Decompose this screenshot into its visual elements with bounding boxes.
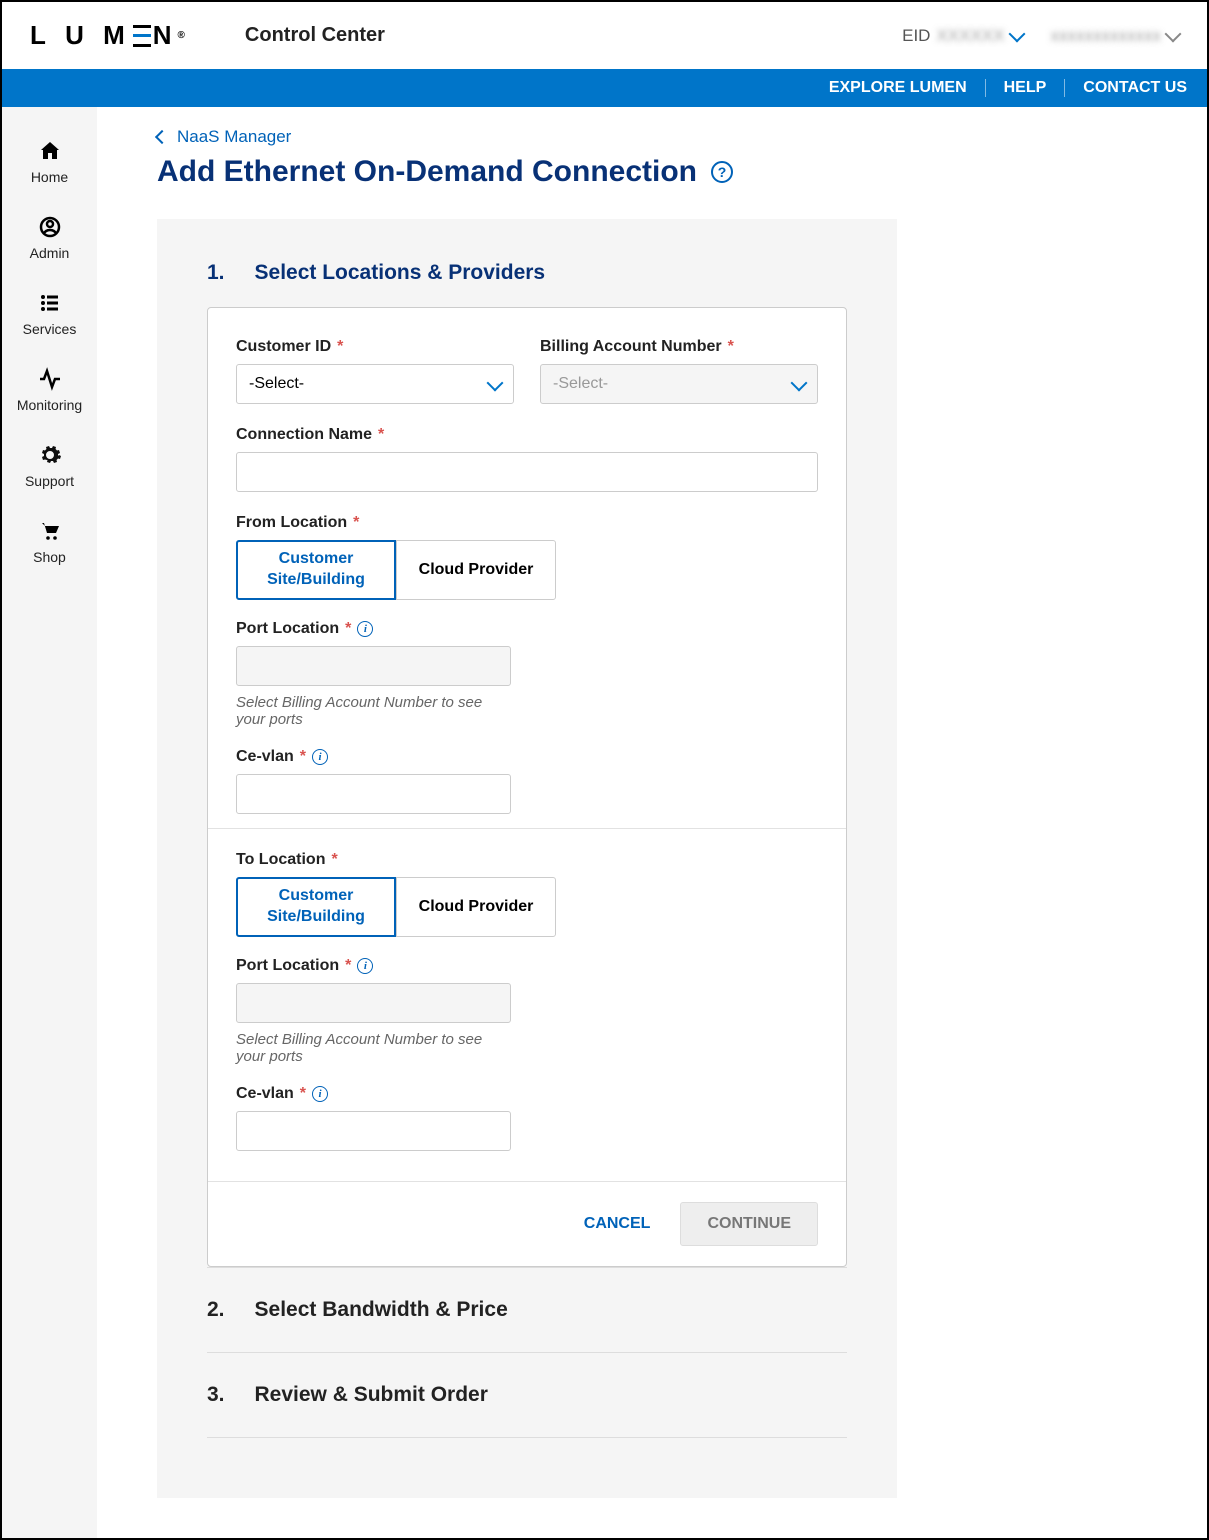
sidebar-item-home[interactable]: Home <box>2 127 97 203</box>
topbar: L U MN® Control Center EID XXXXXX xxxxxx… <box>2 2 1207 69</box>
step-1-form: Customer ID* -Select- Billing Account Nu… <box>207 307 847 1267</box>
sidebar-item-label: Shop <box>33 549 66 565</box>
sidebar: Home Admin Services Monitoring Support S… <box>2 107 97 1538</box>
user-icon <box>38 215 62 239</box>
chevron-down-icon <box>1008 26 1025 43</box>
step-number: 3. <box>207 1383 225 1407</box>
cancel-button[interactable]: CANCEL <box>584 1215 651 1233</box>
home-icon <box>38 139 62 163</box>
list-icon <box>38 291 62 315</box>
continue-button[interactable]: CONTINUE <box>680 1202 818 1246</box>
from-cevlan-label: Ce-vlan* i <box>236 748 818 766</box>
main-content: NaaS Manager Add Ethernet On-Demand Conn… <box>97 107 1207 1538</box>
from-customer-site-button[interactable]: Customer Site/Building <box>236 540 396 600</box>
connection-name-label: Connection Name* <box>236 426 818 444</box>
sidebar-item-label: Support <box>25 473 74 489</box>
from-location-toggle: Customer Site/Building Cloud Provider <box>236 540 818 600</box>
sidebar-item-monitoring[interactable]: Monitoring <box>2 355 97 431</box>
wizard-panel: 1. Select Locations & Providers Customer… <box>157 219 897 1498</box>
gear-icon <box>38 443 62 467</box>
step-2-header[interactable]: 2. Select Bandwidth & Price <box>207 1267 847 1352</box>
sidebar-item-shop[interactable]: Shop <box>2 507 97 583</box>
breadcrumb-parent: NaaS Manager <box>177 127 291 147</box>
to-port-hint: Select Billing Account Number to see you… <box>236 1031 496 1065</box>
to-location-label: To Location* <box>236 851 818 869</box>
to-location-toggle: Customer Site/Building Cloud Provider <box>236 877 818 937</box>
chevron-down-icon <box>791 374 808 391</box>
to-cevlan-label: Ce-vlan* i <box>236 1085 818 1103</box>
info-icon[interactable]: i <box>357 621 373 637</box>
connection-name-input[interactable] <box>236 452 818 492</box>
to-port-location-label: Port Location* i <box>236 957 818 975</box>
chevron-down-icon <box>1165 26 1182 43</box>
info-icon[interactable]: i <box>312 749 328 765</box>
eid-label: EID <box>902 26 930 46</box>
eid-value: XXXXXX <box>936 26 1004 46</box>
chevron-down-icon <box>487 374 504 391</box>
sidebar-item-admin[interactable]: Admin <box>2 203 97 279</box>
from-port-location-label: Port Location* i <box>236 620 818 638</box>
from-port-location-select[interactable] <box>236 646 511 686</box>
customer-id-select[interactable]: -Select- <box>236 364 514 404</box>
from-port-hint: Select Billing Account Number to see you… <box>236 694 496 728</box>
eid-selector[interactable]: EID XXXXXX <box>902 26 1022 46</box>
sidebar-item-label: Admin <box>30 245 70 261</box>
info-icon[interactable]: i <box>312 1086 328 1102</box>
breadcrumb[interactable]: NaaS Manager <box>157 127 1167 147</box>
activity-icon <box>38 367 62 391</box>
step-title: Select Locations & Providers <box>255 261 546 285</box>
contact-us-link[interactable]: CONTACT US <box>1065 79 1187 97</box>
step-title: Select Bandwidth & Price <box>255 1298 508 1322</box>
chevron-left-icon <box>155 130 169 144</box>
account-selector[interactable]: xxxxxxxxxxxxx <box>1051 26 1180 46</box>
from-location-label: From Location* <box>236 514 818 532</box>
sidebar-item-label: Home <box>31 169 68 185</box>
help-link[interactable]: HELP <box>986 79 1066 97</box>
account-value: xxxxxxxxxxxxx <box>1051 26 1162 46</box>
step-title: Review & Submit Order <box>255 1383 488 1407</box>
help-icon[interactable]: ? <box>711 161 733 183</box>
explore-lumen-link[interactable]: EXPLORE LUMEN <box>811 79 986 97</box>
to-cloud-provider-button[interactable]: Cloud Provider <box>396 877 556 937</box>
to-port-location-select[interactable] <box>236 983 511 1023</box>
utility-bar: EXPLORE LUMEN HELP CONTACT US <box>2 69 1207 107</box>
from-cevlan-input[interactable] <box>236 774 511 814</box>
step-number: 1. <box>207 261 225 285</box>
app-title: Control Center <box>245 24 385 47</box>
from-cloud-provider-button[interactable]: Cloud Provider <box>396 540 556 600</box>
brand-logo: L U MN® <box>30 20 185 51</box>
info-icon[interactable]: i <box>357 958 373 974</box>
sidebar-item-services[interactable]: Services <box>2 279 97 355</box>
page-title: Add Ethernet On-Demand Connection ? <box>157 155 1167 189</box>
step-1-header: 1. Select Locations & Providers <box>207 261 847 285</box>
step-number: 2. <box>207 1298 225 1322</box>
form-footer: CANCEL CONTINUE <box>208 1181 846 1266</box>
to-cevlan-input[interactable] <box>236 1111 511 1151</box>
customer-id-label: Customer ID* <box>236 338 514 356</box>
billing-account-label: Billing Account Number* <box>540 338 818 356</box>
sidebar-item-label: Services <box>23 321 77 337</box>
sidebar-item-support[interactable]: Support <box>2 431 97 507</box>
billing-account-select[interactable]: -Select- <box>540 364 818 404</box>
cart-icon <box>38 519 62 543</box>
to-customer-site-button[interactable]: Customer Site/Building <box>236 877 396 937</box>
step-3-header[interactable]: 3. Review & Submit Order <box>207 1352 847 1438</box>
sidebar-item-label: Monitoring <box>17 397 82 413</box>
